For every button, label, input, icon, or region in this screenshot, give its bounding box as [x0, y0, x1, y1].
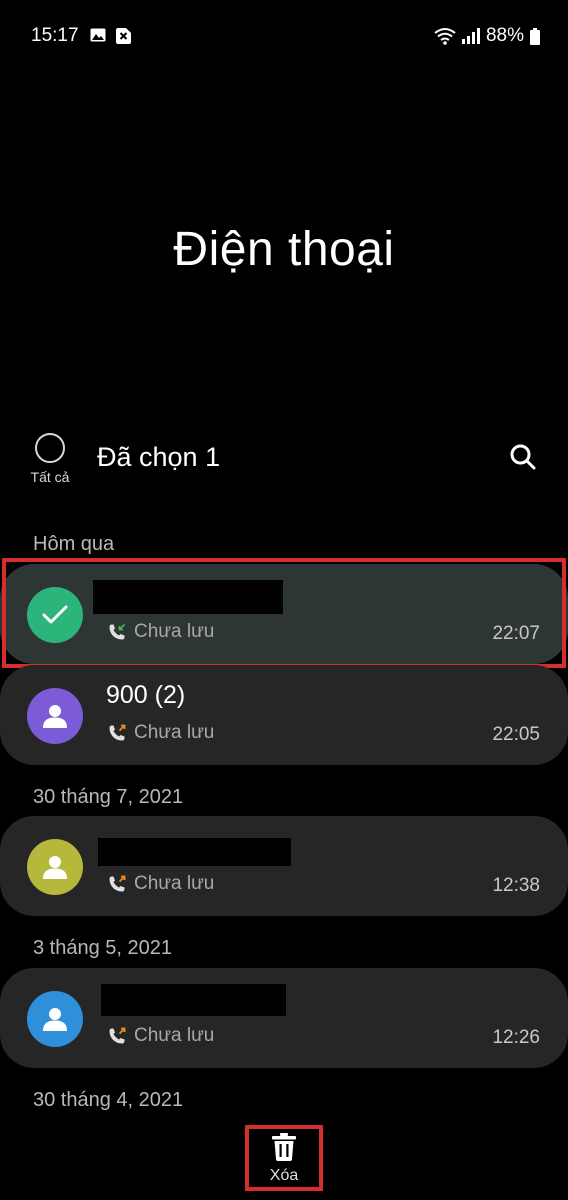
- call-status: Chưa lưu: [134, 621, 215, 642]
- select-all-label: Tất cả: [30, 469, 70, 485]
- section-header: 3 tháng 5, 2021: [33, 937, 173, 959]
- call-status: Chưa lưu: [134, 1025, 215, 1046]
- selected-check-icon: [27, 587, 83, 643]
- page-title: Điện thoại: [173, 223, 395, 276]
- redacted-contact-name: [98, 838, 291, 866]
- selection-toolbar: Tất cả Đã chọn 1: [0, 430, 568, 494]
- call-log-item-selected[interactable]: Chưa lưu 22:07: [0, 564, 568, 664]
- signal-icon: [461, 28, 480, 44]
- search-icon[interactable]: [508, 442, 538, 472]
- call-details: Chưa lưu: [108, 621, 214, 643]
- call-time: 22:05: [492, 724, 540, 745]
- select-all-circle-icon: [35, 433, 65, 463]
- call-status: Chưa lưu: [134, 873, 215, 894]
- battery-icon: [530, 27, 540, 45]
- call-details: Chưa lưu: [108, 722, 214, 744]
- delete-button[interactable]: Xóa: [245, 1125, 323, 1191]
- wifi-icon: [434, 28, 456, 45]
- selected-count: Đã chọn 1: [97, 442, 221, 472]
- status-bar: 15:17 88%: [0, 0, 568, 72]
- call-time: 22:07: [492, 623, 540, 644]
- delete-label: Xóa: [269, 1167, 299, 1184]
- call-log-item[interactable]: Chưa lưu 12:26: [0, 968, 568, 1068]
- call-time: 12:26: [492, 1027, 540, 1048]
- status-time: 15:17: [31, 25, 79, 46]
- select-all-checkbox[interactable]: Tất cả: [24, 433, 76, 485]
- gallery-notification-icon: [90, 28, 106, 42]
- contact-avatar-icon: [27, 688, 83, 744]
- section-header: 30 tháng 7, 2021: [33, 786, 184, 808]
- status-indicators: 88%: [434, 25, 540, 47]
- trash-icon: [272, 1133, 296, 1161]
- redacted-contact-name: [101, 984, 286, 1016]
- redacted-contact-name: [93, 580, 283, 614]
- call-time: 12:38: [492, 875, 540, 896]
- incoming-call-icon: [109, 623, 126, 640]
- contact-name: 900 (2): [106, 681, 186, 709]
- call-status: Chưa lưu: [134, 722, 215, 743]
- battery-percent: 88%: [485, 25, 524, 46]
- outgoing-call-icon: [109, 1027, 126, 1044]
- contact-avatar-icon: [27, 991, 83, 1047]
- outgoing-call-icon: [109, 875, 126, 892]
- outgoing-call-icon: [109, 724, 126, 741]
- contact-avatar-icon: [27, 839, 83, 895]
- call-details: Chưa lưu: [108, 1025, 214, 1047]
- call-details: Chưa lưu: [108, 873, 214, 895]
- section-header: 30 tháng 4, 2021: [33, 1089, 184, 1111]
- call-log-item[interactable]: 900 (2) Chưa lưu 22:05: [0, 665, 568, 765]
- blocked-notification-icon: [116, 28, 131, 44]
- section-header: Hôm qua: [33, 533, 115, 555]
- call-log-item[interactable]: Chưa lưu 12:38: [0, 816, 568, 916]
